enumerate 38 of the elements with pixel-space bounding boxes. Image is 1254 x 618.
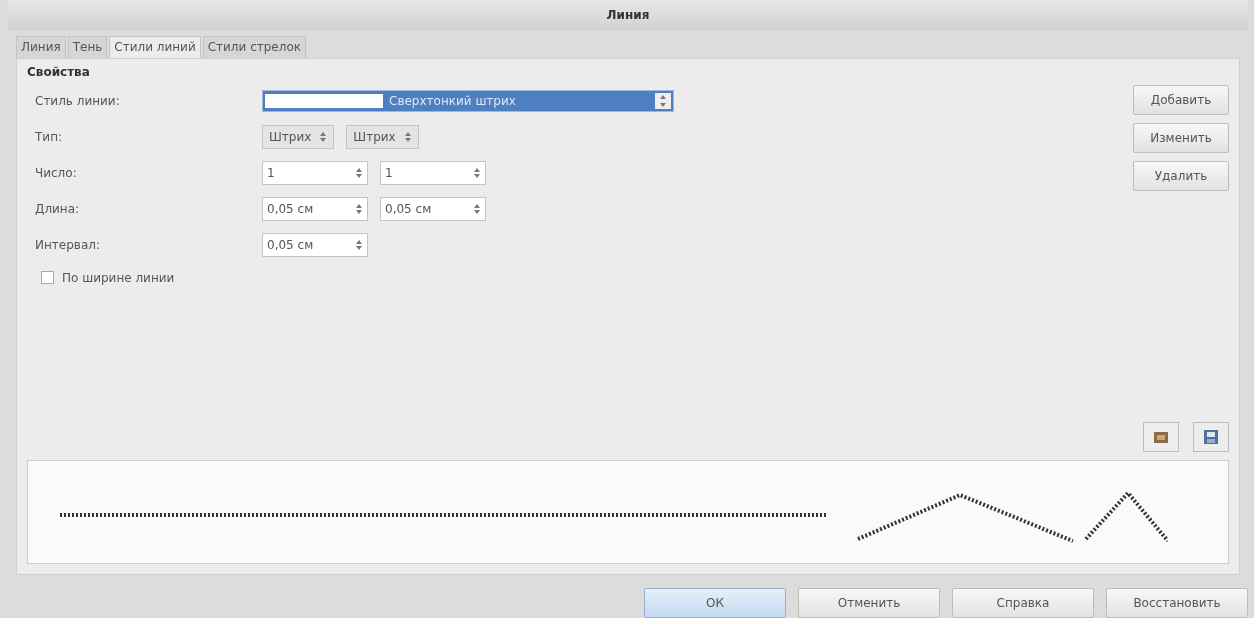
dialog-button[interactable]: ОК <box>644 588 786 618</box>
checkbox[interactable] <box>41 271 54 285</box>
tab[interactable]: Стили линий <box>109 35 201 58</box>
dialog-button[interactable]: Отменить <box>798 588 940 618</box>
spin-arrows-icon <box>355 238 363 251</box>
save-icon[interactable] <box>1193 422 1229 452</box>
spin-field[interactable]: 1 <box>380 160 486 185</box>
dialog-button[interactable]: Справка <box>952 588 1094 618</box>
side-button[interactable]: Удалить <box>1133 160 1229 191</box>
type-dropdown[interactable]: Штрих <box>346 124 419 149</box>
spin-arrows-icon <box>473 166 481 179</box>
section-title: Свойства <box>27 64 91 79</box>
spin-arrows-icon <box>355 166 363 179</box>
tab[interactable]: Линия <box>16 35 66 58</box>
field-label: Интервал: <box>34 237 101 252</box>
side-button[interactable]: Изменить <box>1133 122 1229 153</box>
spin-arrows-icon <box>473 202 481 215</box>
spin-arrows-icon <box>355 202 363 215</box>
folder-icon[interactable] <box>1143 422 1179 452</box>
dialog-button[interactable]: Восстановить <box>1106 588 1248 618</box>
spin-arrows-icon <box>655 92 671 109</box>
spin-field[interactable]: 0,05 см <box>380 196 486 221</box>
tab[interactable]: Стили стрелок <box>202 35 306 58</box>
spin-field[interactable]: 0,05 см <box>262 196 368 221</box>
tab[interactable]: Тень <box>67 35 108 58</box>
window-title: Линия <box>606 7 650 22</box>
type-dropdown[interactable]: Штрих <box>262 124 335 149</box>
spin-field[interactable]: 1 <box>262 160 368 185</box>
field-label: Стиль линии: <box>34 93 121 108</box>
spin-arrows-icon <box>403 130 412 143</box>
field-label: Число: <box>34 165 78 180</box>
side-button[interactable]: Добавить <box>1133 84 1229 115</box>
spin-field[interactable]: 0,05 см <box>262 232 368 257</box>
checkbox-label: По ширине линии <box>62 270 175 285</box>
field-label: Тип: <box>34 129 64 144</box>
line-style-dropdown[interactable]: Сверхтонкий штрих <box>262 89 674 112</box>
spin-arrows-icon <box>319 130 328 143</box>
field-label: Длина: <box>34 201 81 216</box>
